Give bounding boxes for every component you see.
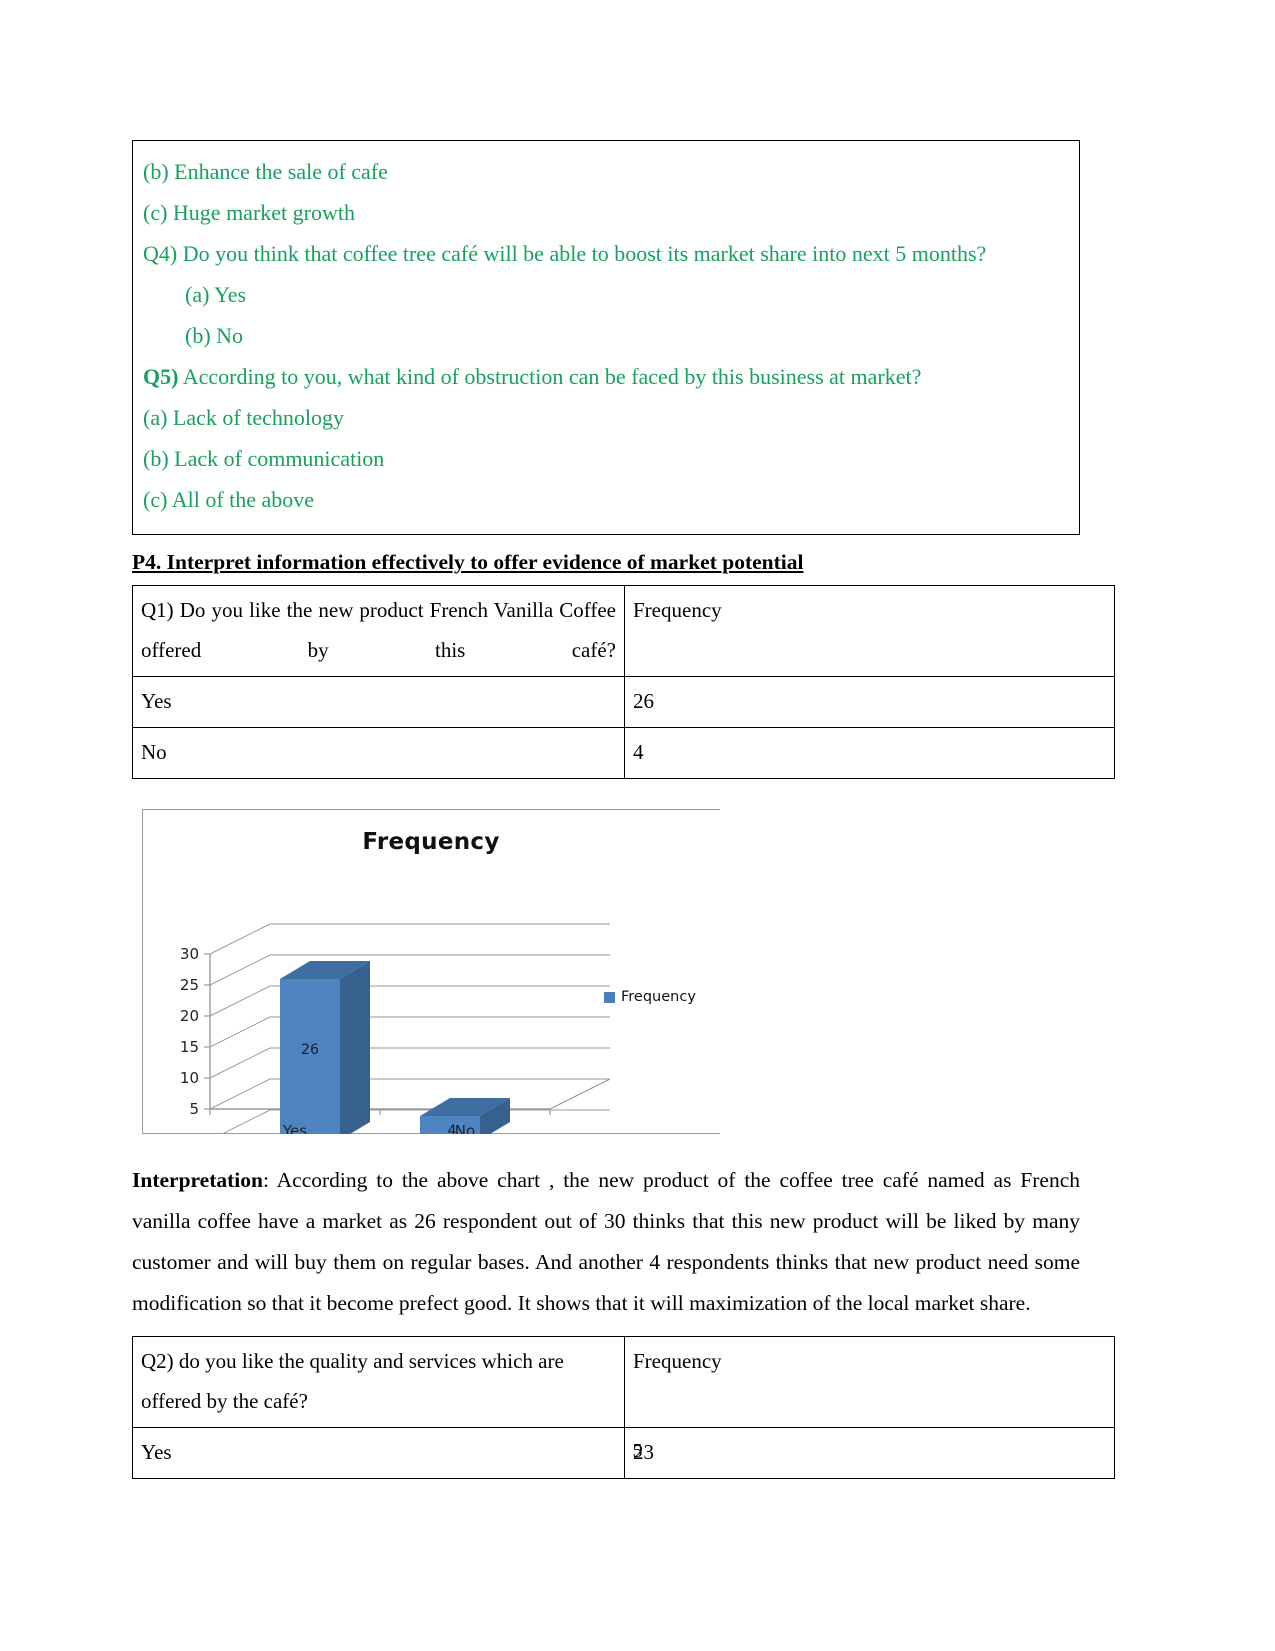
- table-q2-frequency-header: Frequency: [624, 1336, 1115, 1428]
- questionnaire-green-box: (b) Enhance the sale of cafe (c) Huge ma…: [132, 140, 1080, 535]
- chart-ytick-5: 5: [189, 1100, 199, 1118]
- chart-bar-label-yes: 26: [301, 1042, 319, 1058]
- table-row: No 4: [132, 727, 1115, 779]
- table-q1-frequency-header: Frequency: [624, 585, 1115, 677]
- table-row: Yes 26: [132, 676, 1115, 728]
- interpretation-paragraph: Interpretation: According to the above c…: [132, 1160, 1080, 1324]
- chart-xtick-yes: Yes: [282, 1122, 307, 1134]
- green-line-text: According to you, what kind of obstructi…: [178, 364, 922, 389]
- green-line-2: Q4) Do you think that coffee tree café w…: [143, 233, 1069, 274]
- chart-legend: Frequency: [604, 989, 696, 1005]
- interpretation-label: Interpretation: [132, 1168, 263, 1192]
- green-line-text: (b) No: [185, 323, 244, 348]
- table-q1-row0-value: 26: [624, 676, 1115, 728]
- chart-plot-area: 30 25 20 15 10 5 0 26: [180, 923, 611, 1134]
- chart-ytick-15: 15: [180, 1038, 199, 1056]
- green-line-text: (c) Huge market growth: [143, 200, 355, 225]
- green-line-3: (a) Yes: [143, 274, 1069, 315]
- chart-ytick-10: 10: [180, 1069, 199, 1087]
- green-line-6: (a) Lack of technology: [143, 397, 1069, 438]
- section-heading: P4. Interpret information effectively to…: [132, 550, 804, 574]
- table-q1-row0-label: Yes: [132, 676, 625, 728]
- green-line-text: (c) All of the above: [143, 487, 315, 512]
- table-row: Q2) do you like the quality and services…: [132, 1336, 1115, 1428]
- green-line-1: (c) Huge market growth: [143, 192, 1069, 233]
- green-line-text: (a) Yes: [185, 282, 247, 307]
- chart-ytick-0: 0: [189, 1131, 199, 1134]
- frequency-chart: Frequency 30 25 20 15 10 5 26 4 Yes No F…: [142, 809, 720, 1134]
- green-line-0: (b) Enhance the sale of cafe: [143, 151, 1069, 192]
- chart-ytick-20: 20: [180, 1007, 199, 1025]
- table-row: Q1) Do you like the new product French V…: [132, 585, 1115, 677]
- green-line-5: Q5) According to you, what kind of obstr…: [143, 356, 1069, 397]
- table-q1-row1-label: No: [132, 727, 625, 779]
- chart-ytick-30: 30: [180, 945, 199, 963]
- legend-swatch-icon: [604, 991, 615, 1003]
- chart-xtick-no: No: [455, 1122, 475, 1134]
- green-line-8: (c) All of the above: [143, 479, 1069, 520]
- table-q1-row1-value: 4: [624, 727, 1115, 779]
- green-line-7: (b) Lack of communication: [143, 438, 1069, 479]
- chart-ytick-25: 25: [180, 976, 199, 994]
- table-q1: Q1) Do you like the new product French V…: [132, 585, 1115, 779]
- green-line-4: (b) No: [143, 315, 1069, 356]
- page-number: 5: [632, 1440, 643, 1462]
- interpretation-text: : According to the above chart , the new…: [132, 1168, 1080, 1315]
- green-line-text: (b) Enhance the sale of cafe: [143, 159, 388, 184]
- green-line-text: (a) Lack of technology: [143, 405, 344, 430]
- chart-depth-lines: [209, 923, 271, 1134]
- page-content: (b) Enhance the sale of cafe (c) Huge ma…: [132, 140, 1115, 1479]
- green-line-bold-prefix: Q5): [143, 364, 179, 389]
- chart-floor-edge: [549, 1078, 611, 1110]
- legend-label-frequency: Frequency: [621, 989, 696, 1005]
- chart-bar-yes: 26: [280, 961, 370, 1134]
- document-page: (b) Enhance the sale of cafe (c) Huge ma…: [0, 0, 1275, 1651]
- table-q1-question-cell: Q1) Do you like the new product French V…: [132, 585, 625, 677]
- table-q2-question-cell: Q2) do you like the quality and services…: [132, 1336, 625, 1428]
- green-line-text: (b) Lack of communication: [143, 446, 385, 471]
- green-line-text: Q4) Do you think that coffee tree café w…: [143, 241, 987, 266]
